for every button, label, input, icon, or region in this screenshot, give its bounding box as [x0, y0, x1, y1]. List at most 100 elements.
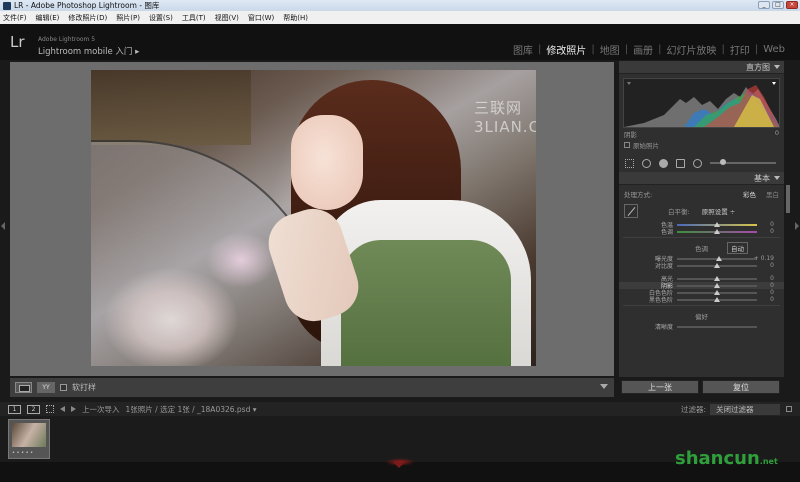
rating-stars[interactable]: • • • • • — [12, 450, 33, 456]
module-web[interactable]: Web — [758, 44, 790, 55]
toolbar-menu-chevron-down-icon[interactable] — [600, 384, 608, 389]
red-eye-icon[interactable] — [659, 158, 668, 168]
basic-header[interactable]: 基本 — [619, 172, 784, 185]
graduated-filter-icon[interactable] — [676, 158, 685, 168]
close-button[interactable]: × — [786, 1, 798, 9]
tone-title: 色调 — [695, 245, 708, 253]
menu-photo[interactable]: 照片(P) — [116, 13, 140, 23]
forward-arrow-icon[interactable] — [71, 406, 76, 412]
treatment-row: 处理方式: 彩色 黑白 — [619, 185, 784, 201]
tone-slider-knob[interactable] — [714, 275, 720, 281]
eyedropper-icon[interactable] — [624, 204, 638, 218]
histogram-graph — [624, 82, 779, 127]
tone-slider-value: 0 — [770, 282, 774, 289]
filmstrip-collapse-icon[interactable] — [393, 462, 405, 468]
radial-filter-icon[interactable] — [693, 158, 702, 168]
minimize-button[interactable]: _ — [758, 1, 770, 9]
loupe-view-button[interactable] — [15, 382, 32, 393]
menu-help[interactable]: 帮助(H) — [283, 13, 308, 23]
filmstrip-toggle-icon[interactable] — [786, 406, 792, 412]
tone-slider-track[interactable] — [677, 255, 757, 261]
develop-toolbar: YY 软打样 — [10, 378, 614, 397]
before-after-button[interactable]: YY — [37, 382, 55, 393]
tint-knob[interactable] — [714, 228, 720, 234]
tone-slider-row[interactable]: 对比度 0 — [619, 262, 784, 270]
menu-window[interactable]: 窗口(W) — [248, 13, 274, 23]
presence-section-header: 偏好 — [619, 308, 784, 323]
tint-value: 0 — [770, 228, 774, 235]
tone-slider-track[interactable] — [677, 296, 757, 302]
original-photo-label: 原始照片 — [633, 142, 659, 150]
module-book[interactable]: 画册 — [628, 42, 658, 57]
menu-settings[interactable]: 设置(S) — [149, 13, 173, 23]
module-develop[interactable]: 修改照片 — [541, 42, 591, 57]
clarity-slider[interactable]: 清晰度 — [619, 323, 784, 331]
tone-slider-knob[interactable] — [714, 262, 720, 268]
filmstrip-count[interactable]: 1张照片 / 选定 1张 / _18A0326.psd ▾ — [126, 404, 257, 415]
tone-slider-track[interactable] — [677, 262, 757, 268]
filter-select[interactable]: 关闭过滤器 — [710, 404, 780, 415]
module-map[interactable]: 地图 — [595, 42, 625, 57]
previous-button[interactable]: 上一张 — [621, 380, 699, 394]
module-slideshow[interactable]: 幻灯片放映 — [661, 42, 721, 57]
tone-slider-track[interactable] — [677, 275, 757, 281]
filmstrip-source[interactable]: 上一次导入 — [82, 404, 120, 415]
maximize-button[interactable]: □ — [772, 1, 784, 9]
tint-slider[interactable]: 色调 0 — [619, 228, 784, 236]
main-photo[interactable]: 三联网 3LIAN.COM — [91, 70, 536, 366]
menu-develop[interactable]: 修改照片(D) — [68, 13, 107, 23]
crop-overlay-icon[interactable] — [625, 158, 634, 168]
tone-slider-knob[interactable] — [714, 296, 720, 302]
menu-edit[interactable]: 编辑(E) — [36, 13, 60, 23]
menu-view[interactable]: 视图(V) — [215, 13, 239, 23]
treatment-bw-option[interactable]: 黑白 — [766, 189, 779, 199]
temp-track[interactable] — [677, 221, 757, 227]
spot-removal-icon[interactable] — [642, 158, 651, 168]
white-balance-label: 白平衡: — [668, 208, 690, 216]
left-panel-toggle-icon[interactable] — [1, 222, 5, 230]
right-panel-toggle-icon[interactable] — [795, 222, 799, 230]
tone-slider-knob[interactable] — [715, 255, 722, 261]
clarity-track[interactable] — [677, 325, 757, 328]
auto-tone-button[interactable]: 自动 — [727, 242, 748, 254]
temp-value: 0 — [770, 221, 774, 228]
right-panel-scrollbar[interactable] — [786, 185, 790, 213]
module-library[interactable]: 图库 — [508, 42, 538, 57]
treatment-color-option[interactable]: 彩色 — [743, 189, 756, 199]
tone-section-header: 色调 自动 — [619, 240, 784, 255]
module-bar: Lr Adobe Lightroom 5 Lightroom mobile 入门… — [0, 24, 800, 60]
tint-track[interactable] — [677, 228, 757, 234]
presence-title: 偏好 — [695, 313, 708, 321]
tone-slider-label: 黑色色阶 — [648, 297, 673, 304]
tone-slider-knob[interactable] — [714, 289, 720, 295]
treatment-label: 处理方式: — [624, 191, 653, 199]
menu-tools[interactable]: 工具(T) — [182, 13, 206, 23]
temp-knob[interactable] — [714, 221, 720, 227]
tone-slider-knob[interactable] — [714, 282, 720, 288]
menu-file[interactable]: 文件(F) — [3, 13, 27, 23]
back-arrow-icon[interactable] — [60, 406, 65, 412]
soft-proof-checkbox[interactable] — [60, 384, 67, 391]
histogram-header[interactable]: 直方图 — [619, 61, 784, 74]
photo-apron-shape — [341, 240, 511, 366]
original-photo-checkbox[interactable] — [624, 142, 630, 148]
histogram[interactable] — [623, 78, 780, 128]
module-print[interactable]: 打印 — [725, 42, 755, 57]
reset-button[interactable]: 复位 — [702, 380, 780, 394]
filmstrip-header: 1 2 上一次导入 1张照片 / 选定 1张 / _18A0326.psd ▾ … — [0, 402, 800, 416]
tone-slider-track[interactable] — [677, 289, 757, 295]
basic-title: 基本 — [754, 173, 770, 183]
secondary-window-button[interactable]: 2 — [27, 404, 40, 414]
tone-slider-track[interactable] — [677, 282, 757, 288]
watermark: 三联网 3LIAN.COM — [474, 99, 536, 136]
tone-slider-row[interactable]: 黑色色阶 0 — [619, 296, 784, 304]
grid-view-icon[interactable] — [46, 405, 54, 413]
collapse-triangle-icon — [774, 65, 780, 69]
window-title: LR - Adobe Photoshop Lightroom - 图库 — [14, 1, 160, 10]
adjustment-brush-slider[interactable] — [710, 159, 776, 165]
identity-mobile-link[interactable]: Lightroom mobile 入门 ▸ — [38, 45, 139, 57]
filmstrip-thumbnail[interactable]: • • • • • — [8, 419, 50, 459]
white-balance-select[interactable]: 原照设置 ÷ — [702, 206, 736, 216]
main-window-button[interactable]: 1 — [8, 404, 21, 414]
clarity-label: 清晰度 — [654, 324, 673, 331]
